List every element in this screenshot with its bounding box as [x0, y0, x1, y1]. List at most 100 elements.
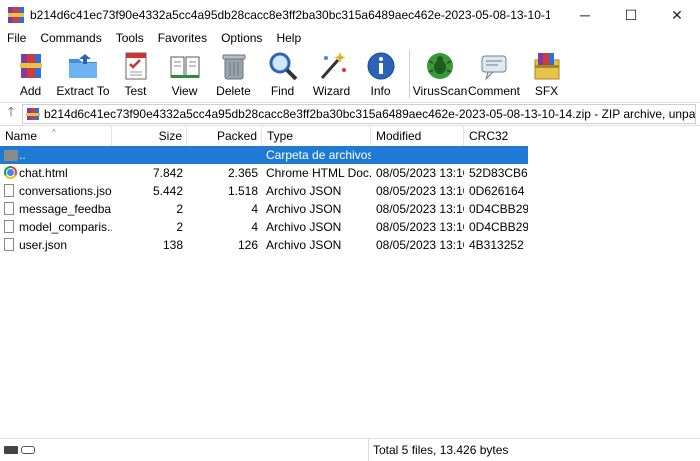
- file-modified: 08/05/2023 13:10: [376, 238, 464, 252]
- extract-folder-icon: [67, 50, 99, 82]
- comment-label: Comment: [467, 84, 520, 98]
- column-name[interactable]: ^ Name: [0, 126, 112, 146]
- archive-icon: [26, 107, 40, 121]
- file-packed: 1.518: [227, 184, 258, 198]
- menu-options[interactable]: Options: [214, 30, 269, 46]
- find-button[interactable]: Find: [258, 47, 307, 98]
- maximize-button[interactable]: ☐: [608, 0, 654, 30]
- file-size: 2: [176, 220, 183, 234]
- info-button[interactable]: Info: [356, 47, 405, 98]
- sfx-icon: [531, 50, 563, 82]
- menu-commands[interactable]: Commands: [33, 30, 108, 46]
- file-crc: [464, 146, 528, 164]
- column-packed[interactable]: Packed: [187, 126, 262, 146]
- file-crc: 0D4CBB29: [469, 202, 528, 216]
- file-crc: 0D4CBB29: [469, 220, 528, 234]
- address-bar: 🡑 b214d6c41ec73f90e4332a5cc4a95db28cacc8…: [0, 102, 700, 126]
- file-type: Carpeta de archivos: [266, 148, 371, 162]
- file-packed: 126: [237, 238, 258, 252]
- winrar-app-icon[interactable]: [8, 7, 24, 23]
- file-type: Archivo JSON: [266, 220, 342, 234]
- file-type: Archivo JSON: [266, 202, 342, 216]
- view-button[interactable]: View: [160, 47, 209, 98]
- comment-icon: [478, 50, 510, 82]
- document-icon: [4, 184, 14, 197]
- test-label: Test: [124, 84, 147, 98]
- file-type: Archivo JSON: [266, 238, 342, 252]
- file-modified: 08/05/2023 13:10: [376, 202, 464, 216]
- menu-file[interactable]: File: [0, 30, 33, 46]
- trash-icon: [218, 50, 250, 82]
- key-icon[interactable]: [21, 446, 35, 454]
- menu-bar: File Commands Tools Favorites Options He…: [0, 30, 700, 46]
- file-type: Archivo JSON: [266, 184, 342, 198]
- close-button[interactable]: ✕: [654, 0, 700, 30]
- column-size[interactable]: Size: [112, 126, 187, 146]
- menu-tools[interactable]: Tools: [109, 30, 151, 46]
- file-row[interactable]: conversations.json 5.442 1.518 Archivo J…: [0, 182, 528, 200]
- drive-icon[interactable]: [4, 446, 18, 454]
- folder-icon: [4, 150, 18, 161]
- up-arrow-icon[interactable]: 🡑: [0, 103, 22, 125]
- document-icon: [4, 202, 14, 215]
- file-name: user.json: [19, 238, 68, 252]
- column-name-label: Name: [5, 129, 38, 143]
- minimize-button[interactable]: ─: [562, 0, 608, 30]
- add-archive-icon: [15, 50, 47, 82]
- column-type[interactable]: Type: [262, 126, 371, 146]
- file-type: Chrome HTML Doc...: [266, 166, 371, 180]
- toolbar-separator: [409, 50, 410, 98]
- file-list-header: ^ Name Size Packed Type Modified CRC32: [0, 126, 528, 147]
- status-summary: Total 5 files, 13.426 bytes: [373, 443, 509, 457]
- wizard-button[interactable]: Wizard: [307, 47, 356, 98]
- view-label: View: [171, 84, 198, 98]
- file-row[interactable]: model_comparis... 2 4 Archivo JSON 08/05…: [0, 218, 528, 236]
- menu-favorites[interactable]: Favorites: [151, 30, 214, 46]
- file-row[interactable]: message_feedba... 2 4 Archivo JSON 08/05…: [0, 200, 528, 218]
- file-list: .. Carpeta de archivos chat.html 7.842 2…: [0, 146, 528, 254]
- add-button[interactable]: Add: [6, 47, 55, 98]
- file-row-parent-folder[interactable]: .. Carpeta de archivos: [0, 146, 528, 164]
- file-row[interactable]: chat.html 7.842 2.365 Chrome HTML Doc...…: [0, 164, 528, 182]
- virusscan-button[interactable]: VirusScan: [412, 47, 468, 98]
- find-label: Find: [270, 84, 295, 98]
- sfx-button[interactable]: SFX: [522, 47, 571, 98]
- file-size: 2: [176, 202, 183, 216]
- file-name: model_comparis...: [19, 220, 112, 234]
- test-button[interactable]: Test: [111, 47, 160, 98]
- title-bar: b214d6c41ec73f90e4332a5cc4a95db28cacc8e3…: [0, 0, 700, 30]
- delete-label: Delete: [216, 84, 251, 98]
- file-size: 7.842: [152, 166, 183, 180]
- file-packed: 4: [251, 202, 258, 216]
- wizard-wand-icon: [316, 50, 348, 82]
- test-checklist-icon: [120, 50, 152, 82]
- file-size: [112, 146, 187, 164]
- file-modified: 08/05/2023 13:10: [376, 166, 464, 180]
- document-icon: [4, 238, 14, 251]
- virusscan-label: VirusScan: [412, 84, 468, 98]
- file-size: 5.442: [152, 184, 183, 198]
- info-label: Info: [370, 84, 391, 98]
- menu-help[interactable]: Help: [269, 30, 308, 46]
- file-crc: 0D626164: [469, 184, 525, 198]
- view-book-icon: [169, 50, 201, 82]
- file-modified: 08/05/2023 13:10: [376, 184, 464, 198]
- extract-to-label: Extract To: [56, 84, 110, 98]
- file-packed: 4: [251, 220, 258, 234]
- info-icon: [365, 50, 397, 82]
- comment-button[interactable]: Comment: [466, 47, 522, 98]
- file-crc: 4B313252: [469, 238, 524, 252]
- file-size: 138: [162, 238, 183, 252]
- column-crc32[interactable]: CRC32: [464, 126, 528, 146]
- archive-path-field[interactable]: b214d6c41ec73f90e4332a5cc4a95db28cacc8e3…: [22, 104, 696, 124]
- column-modified[interactable]: Modified: [371, 126, 464, 146]
- file-packed: 2.365: [227, 166, 258, 180]
- file-name: chat.html: [19, 166, 68, 180]
- extract-to-button[interactable]: Extract To: [55, 47, 111, 98]
- delete-button[interactable]: Delete: [209, 47, 258, 98]
- file-row[interactable]: user.json 138 126 Archivo JSON 08/05/202…: [0, 236, 528, 254]
- wizard-label: Wizard: [312, 84, 351, 98]
- file-crc: 52D83CB6: [469, 166, 528, 180]
- document-icon: [4, 220, 14, 233]
- virus-scan-icon: [424, 50, 456, 82]
